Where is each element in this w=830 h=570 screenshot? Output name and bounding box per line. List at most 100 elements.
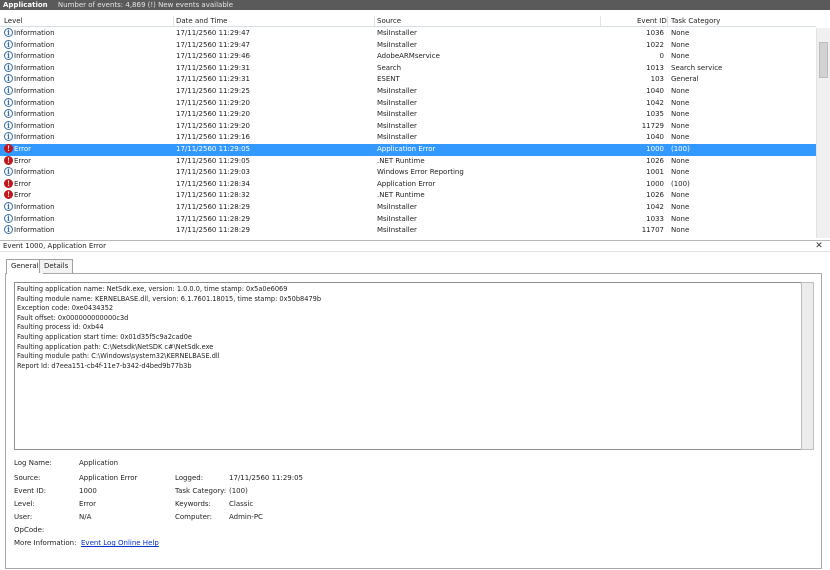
source-cell: MsiInstaller	[377, 214, 417, 223]
table-row[interactable]: i Information 17/11/2560 11:29:16 MsiInstal…	[0, 132, 816, 144]
description-scrollbar[interactable]	[801, 282, 814, 450]
level-cell: Information	[14, 133, 55, 142]
date-cell: 17/11/2560 11:29:25	[176, 87, 251, 95]
event-list[interactable]: Level Date and Time Source Event ID Task…	[0, 15, 830, 238]
description-line: Faulting application path: C:\Netsdk\Net…	[17, 342, 214, 351]
level-cell: Error	[14, 145, 32, 153]
column-source[interactable]: Source	[377, 17, 401, 25]
table-row[interactable]: i Information 17/11/2560 11:29:20 MsiInstal…	[0, 109, 816, 121]
keywords-label: Keywords:	[175, 500, 211, 508]
event-id-cell: 1026	[646, 156, 664, 165]
source-cell: .NET Runtime	[377, 191, 425, 200]
table-row[interactable]: i Information 17/11/2560 11:29:20 MsiInstal…	[0, 97, 816, 110]
date-cell: 17/11/2560 11:28:29	[176, 214, 251, 223]
event-id-cell: 1033	[646, 214, 664, 223]
table-row[interactable]: i Information 17/11/2560 11:29:25 MsiInstal…	[0, 86, 816, 98]
description-line: Report Id: d7eea151-cb4f-11e7-b342-d4bed…	[17, 361, 192, 370]
column-event-id[interactable]: Event ID	[637, 17, 667, 25]
table-row[interactable]: i Information 17/11/2560 11:28:29 MsiInstal…	[0, 225, 816, 237]
category-cell: (100)	[671, 145, 690, 153]
level-cell: Information	[14, 110, 55, 119]
error-icon: !	[4, 144, 13, 153]
column-date[interactable]: Date and Time	[176, 17, 227, 25]
column-divider[interactable]	[374, 16, 375, 26]
event-id-cell: 1000	[646, 145, 664, 153]
column-divider[interactable]	[667, 16, 668, 26]
column-task-category[interactable]: Task Category	[671, 17, 720, 25]
event-list-scrollbar[interactable]	[816, 28, 830, 238]
table-row[interactable]: i Information 17/11/2560 11:29:03 Windows E…	[0, 167, 816, 179]
column-level[interactable]: Level	[4, 17, 22, 25]
table-row[interactable]: i Information 17/11/2560 11:29:46 AdobeARMs…	[0, 51, 816, 63]
level-cell: Information	[14, 40, 55, 49]
source-cell: Windows Error Reporting	[377, 168, 464, 177]
information-icon: i	[4, 28, 13, 37]
error-icon: !	[4, 190, 13, 200]
category-cell: None	[671, 203, 690, 211]
date-cell: 17/11/2560 11:29:31	[176, 75, 251, 84]
information-icon: i	[4, 120, 13, 130]
column-header-row: Level Date and Time Source Event ID Task…	[0, 15, 816, 27]
event-rows: i Information 17/11/2560 11:29:47 MsiInstal…	[0, 28, 816, 238]
table-row[interactable]: ! Error 17/11/2560 11:29:05 .NET Runtime 102…	[0, 155, 816, 168]
source-cell: Search	[377, 63, 402, 72]
information-icon: i	[4, 109, 13, 119]
information-icon: i	[4, 39, 13, 49]
close-icon[interactable]: ✕	[814, 241, 824, 252]
column-divider[interactable]	[173, 16, 174, 26]
level-cell: Information	[14, 168, 55, 177]
table-row[interactable]: i Information 17/11/2560 11:29:20 MsiInstal…	[0, 120, 816, 133]
source-cell: MsiInstaller	[377, 133, 417, 142]
event-id-cell: 1001	[646, 168, 664, 177]
category-cell: None	[671, 214, 690, 223]
date-cell: 17/11/2560 11:29:03	[176, 168, 251, 177]
level-value: Error	[79, 500, 97, 508]
table-row[interactable]: i Information 17/11/2560 11:29:47 MsiInstal…	[0, 39, 816, 52]
category-cell: None	[671, 52, 690, 61]
event-id-cell: 0	[659, 52, 664, 61]
description-line: Faulting process id: 0xb44	[17, 323, 104, 332]
table-row[interactable]: ! Error 17/11/2560 11:28:34 Application Err…	[0, 178, 816, 191]
description-line: Fault offset: 0x000000000000c3d	[17, 313, 129, 322]
task-category-label: Task Category:	[175, 487, 227, 495]
source-cell: Application Error	[377, 145, 436, 153]
description-line: Exception code: 0xe0434352	[17, 304, 114, 313]
table-row[interactable]: ! Error 17/11/2560 11:29:05 Application Err…	[0, 144, 816, 156]
log-name-label: Log Name:	[14, 459, 52, 467]
date-cell: 17/11/2560 11:29:05	[176, 145, 251, 153]
level-cell: Information	[14, 214, 55, 223]
table-row[interactable]: i Information 17/11/2560 11:29:31 ESENT 103 G…	[0, 74, 816, 86]
source-cell: MsiInstaller	[377, 87, 417, 95]
table-row[interactable]: i Information 17/11/2560 11:29:47 MsiInstal…	[0, 28, 816, 40]
category-cell: None	[671, 40, 690, 49]
information-icon: i	[4, 167, 13, 177]
logged-value: 17/11/2560 11:29:05	[229, 474, 304, 482]
information-icon: i	[4, 213, 13, 223]
log-name-value: Application	[79, 459, 119, 467]
column-divider[interactable]	[600, 16, 601, 26]
date-cell: 17/11/2560 11:29:20	[176, 98, 251, 107]
level-cell: Information	[14, 29, 55, 37]
scrollbar-thumb[interactable]	[819, 42, 828, 78]
table-row[interactable]: i Information 17/11/2560 11:28:29 MsiInstal…	[0, 213, 816, 226]
category-cell: None	[671, 133, 690, 142]
table-row[interactable]: i Information 17/11/2560 11:29:31 Search 101…	[0, 62, 816, 75]
event-id-cell: 1022	[646, 40, 664, 49]
level-cell: Error	[14, 156, 32, 165]
task-category-value: (100)	[229, 487, 248, 495]
table-row[interactable]: i Information 17/11/2560 11:28:29 MsiInstal…	[0, 202, 816, 214]
log-title: Application	[3, 1, 48, 9]
date-cell: 17/11/2560 11:29:20	[176, 110, 251, 119]
source-cell: MsiInstaller	[377, 40, 417, 49]
tab-general[interactable]: General	[6, 259, 44, 274]
event-description[interactable]: Faulting application name: NetSdk.exe, v…	[14, 282, 801, 450]
event-log-help-link[interactable]: Event Log Online Help	[81, 539, 159, 547]
level-cell: Information	[14, 203, 55, 211]
date-cell: 17/11/2560 11:28:29	[176, 203, 251, 211]
source-cell: ESENT	[377, 75, 400, 84]
table-row[interactable]: ! Error 17/11/2560 11:28:32 .NET Runtime 102…	[0, 190, 816, 202]
tab-details[interactable]: Details	[39, 259, 74, 273]
source-cell: MsiInstaller	[377, 121, 417, 130]
event-properties: Log Name: Application Source: Applicatio…	[14, 459, 794, 559]
source-cell: .NET Runtime	[377, 156, 425, 165]
